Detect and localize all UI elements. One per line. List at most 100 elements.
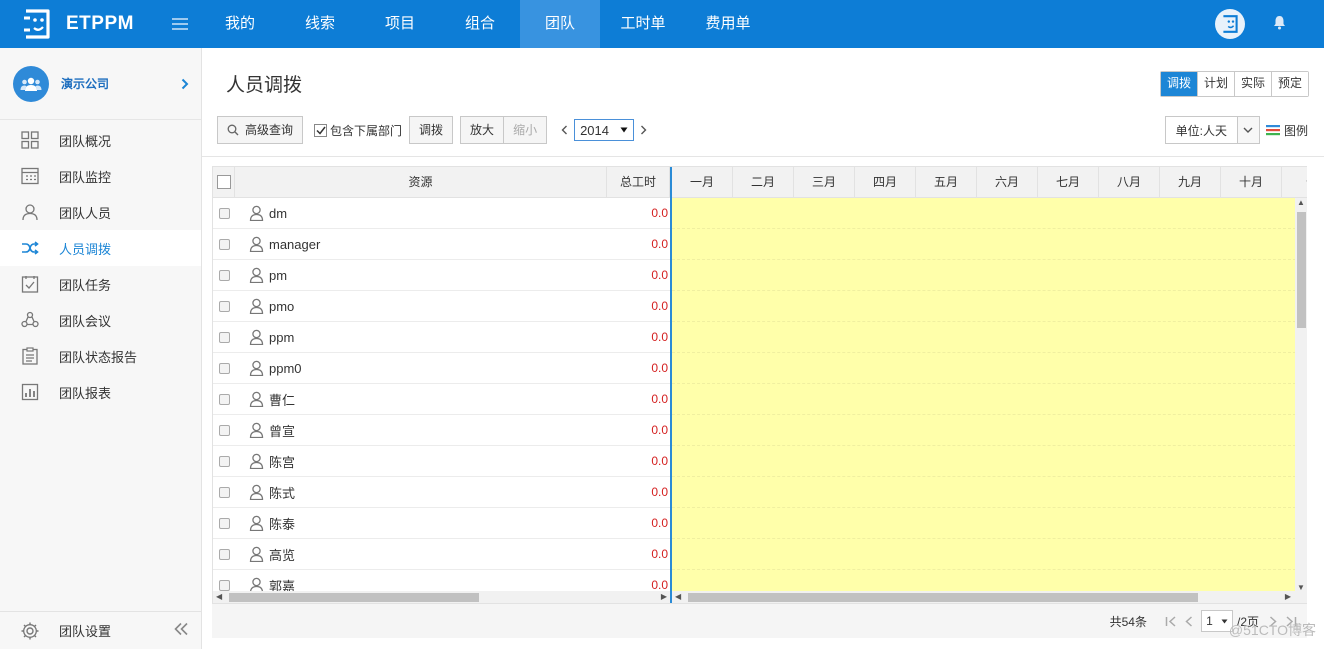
nav-item-timesheet[interactable]: 工时单 xyxy=(600,0,686,48)
timeline-row[interactable] xyxy=(672,539,1296,570)
row-checkbox[interactable] xyxy=(218,238,230,250)
advanced-search-button[interactable]: 高级查询 xyxy=(217,116,304,144)
row-checkbox[interactable] xyxy=(218,331,230,343)
table-row[interactable]: dm 0.0 xyxy=(213,198,670,229)
zoom-out-button[interactable]: 缩小 xyxy=(503,116,548,144)
row-checkbox[interactable] xyxy=(218,486,230,498)
month-header-cell[interactable]: 三月 xyxy=(794,167,855,197)
sidebar-item-team-monitor[interactable]: 团队监控 xyxy=(0,158,201,194)
sidebar-item-team-meetings[interactable]: 团队会议 xyxy=(0,302,201,338)
table-row[interactable]: 陈泰 0.0 xyxy=(213,508,670,539)
timeline-row[interactable] xyxy=(672,508,1296,539)
timeline-row[interactable] xyxy=(672,353,1296,384)
row-checkbox[interactable] xyxy=(218,269,230,281)
row-checkbox[interactable] xyxy=(218,393,230,405)
month-header-cell[interactable]: 一月 xyxy=(672,167,733,197)
row-checkbox[interactable] xyxy=(218,579,230,591)
include-sub-dept-checkbox[interactable]: 包含下属部门 xyxy=(314,122,402,139)
view-mode-reserved[interactable]: 预定 xyxy=(1270,72,1308,96)
row-checkbox[interactable] xyxy=(218,424,230,436)
double-chevron-left-icon[interactable] xyxy=(173,622,189,636)
timeline-row[interactable] xyxy=(672,384,1296,415)
month-header-cell[interactable]: 八月 xyxy=(1099,167,1160,197)
notifications-button[interactable] xyxy=(1273,15,1286,33)
month-header-cell[interactable]: 四月 xyxy=(855,167,916,197)
timeline-row[interactable] xyxy=(672,260,1296,291)
timeline-row[interactable] xyxy=(672,477,1296,508)
table-row[interactable]: pmo 0.0 xyxy=(213,291,670,322)
table-row[interactable]: 陈宫 0.0 xyxy=(213,446,670,477)
year-select[interactable]: 2014 xyxy=(574,119,635,141)
zoom-in-button[interactable]: 放大 xyxy=(460,116,504,144)
col-header-total-hours[interactable]: 总工时 xyxy=(607,167,670,197)
month-header-cell[interactable]: 五月 xyxy=(916,167,977,197)
sidebar-item-team-overview[interactable]: 团队概况 xyxy=(0,122,201,158)
table-row[interactable]: 高览 0.0 xyxy=(213,539,670,570)
timeline-row[interactable] xyxy=(672,446,1296,477)
row-checkbox[interactable] xyxy=(218,207,230,219)
row-checkbox-cell xyxy=(213,291,235,321)
page-title: 人员调拨 xyxy=(226,75,303,96)
sidebar-item-staff-allocation[interactable]: 人员调拨 xyxy=(0,230,201,266)
legend-button[interactable]: 图例 xyxy=(1265,122,1308,139)
table-row[interactable]: ppm0 0.0 xyxy=(213,353,670,384)
row-checkbox[interactable] xyxy=(218,300,230,312)
scrollbar-thumb[interactable] xyxy=(688,593,1198,602)
nav-item-leads[interactable]: 线索 xyxy=(280,0,360,48)
vertical-scrollbar[interactable]: ▲ ▼ xyxy=(1295,198,1307,592)
view-mode-actual[interactable]: 实际 xyxy=(1233,72,1271,96)
org-switcher[interactable]: 演示公司 xyxy=(0,48,201,120)
table-row[interactable]: ppm 0.0 xyxy=(213,322,670,353)
unit-select[interactable]: 单位:人天 xyxy=(1164,116,1260,144)
timeline-row[interactable] xyxy=(672,291,1296,322)
allocate-button[interactable]: 调拨 xyxy=(409,116,454,144)
resource-name: ppm0 xyxy=(269,360,302,376)
horizontal-scrollbar-right[interactable]: ◀ ▶ xyxy=(672,591,1307,603)
menu-toggle-button[interactable] xyxy=(160,17,200,31)
scrollbar-thumb[interactable] xyxy=(1297,212,1306,328)
view-mode-allocate[interactable]: 调拨 xyxy=(1160,72,1197,96)
table-row[interactable]: 陈式 0.0 xyxy=(213,477,670,508)
view-mode-plan[interactable]: 计划 xyxy=(1196,72,1234,96)
month-header-cell[interactable]: 十月 xyxy=(1221,167,1282,197)
month-header-cell[interactable]: 七月 xyxy=(1038,167,1099,197)
col-header-resource[interactable]: 资源 xyxy=(235,167,607,197)
sidebar-item-team-status-report[interactable]: 团队状态报告 xyxy=(0,338,201,374)
table-row[interactable]: manager 0.0 xyxy=(213,229,670,260)
checkbox-checked[interactable] xyxy=(314,123,328,137)
month-header-cell[interactable]: 九月 xyxy=(1160,167,1221,197)
row-checkbox[interactable] xyxy=(218,517,230,529)
row-checkbox[interactable] xyxy=(218,455,230,467)
scrollbar-thumb[interactable] xyxy=(229,593,479,602)
row-checkbox[interactable] xyxy=(218,548,230,560)
horizontal-scrollbar-left[interactable]: ◀ ▶ xyxy=(213,591,670,603)
timeline-row[interactable] xyxy=(672,198,1296,229)
sidebar-item-team-tasks[interactable]: 团队任务 xyxy=(0,266,201,302)
allocation-cells[interactable] xyxy=(672,198,1296,601)
table-row[interactable]: 曹仁 0.0 xyxy=(213,384,670,415)
row-checkbox[interactable] xyxy=(218,362,230,374)
timeline-row[interactable] xyxy=(672,322,1296,353)
timeline-row[interactable] xyxy=(672,415,1296,446)
nav-item-mine[interactable]: 我的 xyxy=(200,0,280,48)
sidebar-item-team-members[interactable]: 团队人员 xyxy=(0,194,201,230)
prev-page-icon[interactable] xyxy=(1185,615,1193,627)
year-prev-icon[interactable] xyxy=(561,125,568,135)
sidebar-item-team-reports[interactable]: 团队报表 xyxy=(0,374,201,410)
timeline-row[interactable] xyxy=(672,229,1296,260)
month-header-cell[interactable]: 六月 xyxy=(977,167,1038,197)
nav-item-portfolio[interactable]: 组合 xyxy=(440,0,520,48)
table-row[interactable]: pm 0.0 xyxy=(213,260,670,291)
select-all-checkbox[interactable] xyxy=(216,175,231,189)
user-avatar[interactable] xyxy=(1215,9,1245,39)
nav-item-expense[interactable]: 费用单 xyxy=(686,0,770,48)
month-header-cell[interactable]: 十 xyxy=(1282,167,1307,197)
year-next-icon[interactable] xyxy=(640,125,647,135)
nav-item-team[interactable]: 团队 xyxy=(520,0,600,48)
table-row[interactable]: 曾宣 0.0 xyxy=(213,415,670,446)
month-header-cell[interactable]: 二月 xyxy=(733,167,794,197)
first-page-icon[interactable] xyxy=(1165,615,1177,627)
team-settings-button[interactable]: 团队设置 xyxy=(0,611,201,649)
nav-item-projects[interactable]: 项目 xyxy=(360,0,440,48)
app-logo[interactable]: ETPPM xyxy=(0,8,160,40)
